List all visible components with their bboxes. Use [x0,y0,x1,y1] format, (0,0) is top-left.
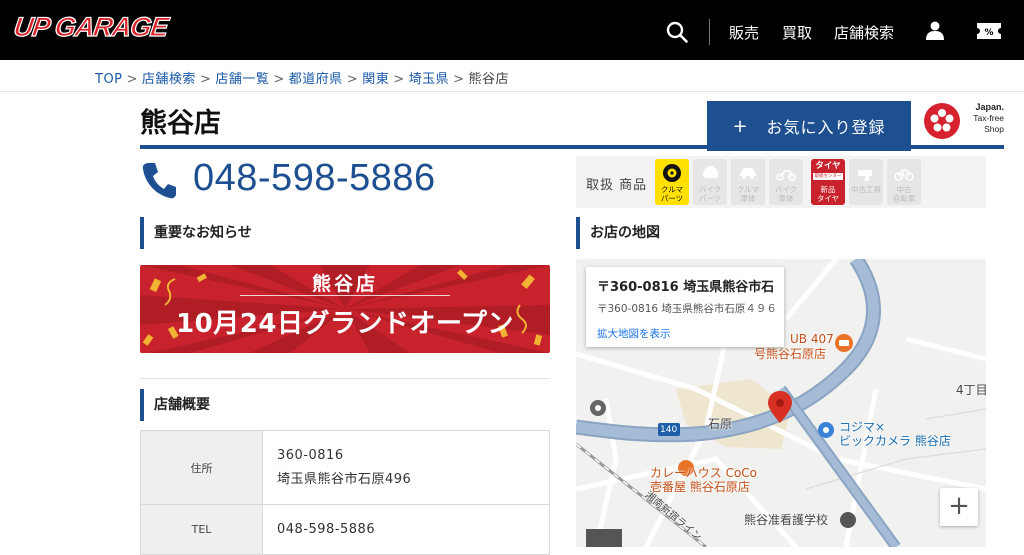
section-divider [140,378,550,379]
handled-products: 取扱 商品 クルマ パーツ バイク パーツ クルマ 車体 バイク 車体 タイヤ … [576,156,986,208]
motorbike-icon [776,170,796,181]
coupon-icon[interactable]: % [975,20,1003,42]
tire-icon [663,164,681,182]
search-icon[interactable] [666,21,688,43]
page-title: 熊谷店 [140,108,221,139]
table-row: TEL 048-598-5886 [140,504,550,555]
add-favorite-button[interactable]: + お気に入り登録 [707,101,911,151]
grand-opening-banner[interactable]: 熊谷店 10月24日グランドオープン [140,265,550,353]
map-label-ishihara: 石原 [708,417,733,431]
postal-code: 360-0816 [277,447,344,463]
breadcrumb-store-list[interactable]: 店舗一覧 [215,72,269,87]
nav-store-search[interactable]: 店舗検索 [834,22,894,43]
breadcrumb-store-search[interactable]: 店舗検索 [142,72,196,87]
banner-grand-opening-date: 10月24日グランドオープン [176,309,514,339]
taxfree-badge: Japan. Tax-free Shop [922,100,1004,142]
view-larger-map-link[interactable]: 拡大地図を表示 [597,326,773,341]
plus-icon: + [732,115,749,137]
taxfree-text: Japan. Tax-free Shop [973,102,1004,134]
upgarage-logo[interactable]: UP GARAGE [11,11,182,46]
cherry-blossom-icon [924,103,960,139]
map-label-4chome: 4丁目 [956,383,986,397]
title-underline [140,145,1004,149]
map-label-pub2: 号熊谷石原店 [754,347,827,361]
zoom-in-button[interactable]: + [940,488,978,526]
tel-value[interactable]: 048-598-5886 [262,504,550,555]
store-overview-table: 住所 360-0816 埼玉県熊谷市石原496 TEL 048-598-5886 [140,430,550,555]
nav-divider [709,19,710,45]
map-label-kojima1: コジマ× [839,420,886,434]
bicycle-icon [894,169,914,181]
user-icon[interactable] [925,20,945,40]
helmet-icon [703,166,718,178]
phone-number[interactable]: 048-598-5886 [193,157,436,200]
tel-label: TEL [140,504,263,555]
map-route-number: 140 [660,425,678,435]
category-car-body[interactable]: クルマ 車体 [731,159,765,205]
category-new-tire[interactable]: タイヤ 取扱センター 新品 タイヤ [811,159,845,205]
category-used-bicycle[interactable]: 中古 自転車 [887,159,921,205]
breadcrumb-top[interactable]: TOP [95,72,123,87]
breadcrumb-prefectures[interactable]: 都道府県 [289,72,343,87]
banner-store-name: 熊谷店 [311,273,378,295]
category-bike-parts[interactable]: バイク パーツ [693,159,727,205]
phone-icon [142,163,176,199]
map-label-coco1: カレーハウス CoCo [650,466,758,480]
banner-divider [240,295,450,296]
category-car-parts[interactable]: クルマ パーツ [655,159,689,205]
address-label: 住所 [140,430,263,505]
table-row: 住所 360-0816 埼玉県熊谷市石原496 [140,430,550,505]
category-used-tools[interactable]: 中古工具 [849,159,883,205]
add-favorite-label: お気に入り登録 [766,118,886,137]
breadcrumb-saitama[interactable]: 埼玉県 [409,72,450,87]
map-card-address: 〒360-0816 埼玉県熊谷市石原４９６ [597,303,777,315]
store-map[interactable]: UB 407 号熊谷石原店 石原 コジマ× ビックカメラ 熊谷店 カレーハウス … [576,259,986,547]
map-info-card: 〒360-0816 埼玉県熊谷市石原... 〒360-0816 埼玉県熊谷市石原… [586,267,784,347]
logo-text: UP GARAGE [11,11,170,42]
overview-heading: 店舗概要 [140,389,210,421]
map-label-pub: UB 407 [790,332,834,346]
breadcrumb-divider [0,91,1024,92]
tool-icon [858,170,872,181]
site-header: UP GARAGE 販売 買取 店舗検索 % [0,0,1024,60]
nav-buy[interactable]: 買取 [782,22,812,43]
address-text: 埼玉県熊谷市石原496 [277,471,412,487]
breadcrumb-current: 熊谷店 [468,72,510,87]
handled-products-label: 取扱 商品 [586,178,648,193]
map-label-kojima2: ビックカメラ 熊谷店 [839,434,951,448]
map-heading: お店の地図 [576,217,660,249]
category-bike-body[interactable]: バイク 車体 [769,159,803,205]
map-label-nursing-school: 熊谷准看護学校 [744,513,829,527]
notice-heading: 重要なお知らせ [140,217,252,249]
breadcrumb: TOP > 店舗検索 > 店舗一覧 > 都道府県 > 関東 > 埼玉県 > 熊谷店 [95,72,510,87]
car-icon [740,168,756,179]
svg-text:%: % [984,28,993,38]
map-card-title: 〒360-0816 埼玉県熊谷市石原... [597,280,773,295]
map-label-coco2: 壱番屋 熊谷石原店 [650,480,750,494]
nav-sell[interactable]: 販売 [729,22,759,43]
address-value: 360-0816 埼玉県熊谷市石原496 [262,430,550,505]
breadcrumb-kanto[interactable]: 関東 [362,72,389,87]
